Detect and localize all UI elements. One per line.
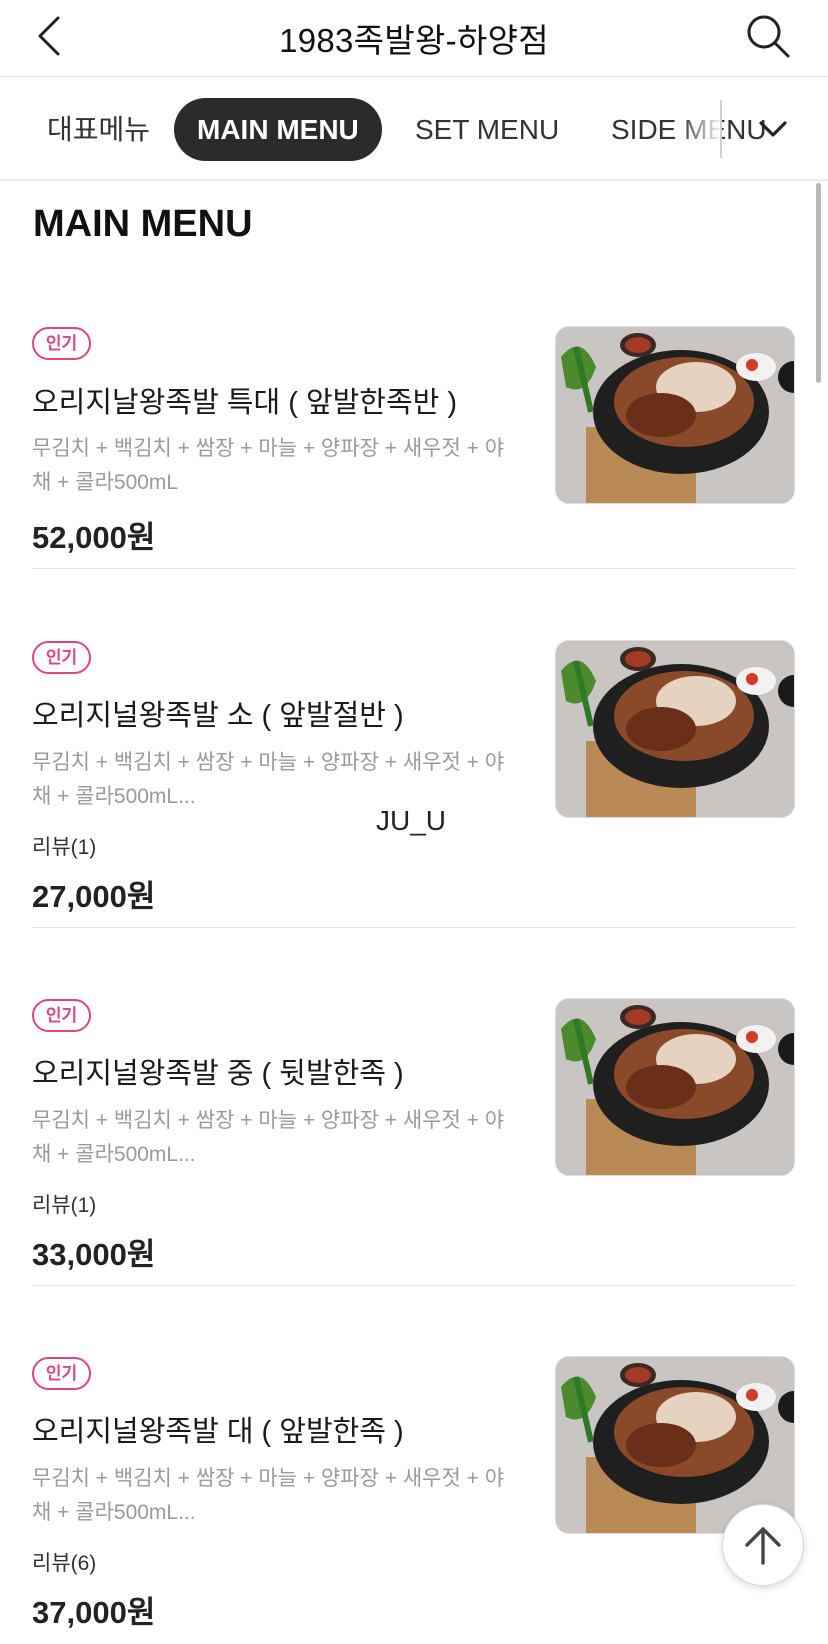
tab-fade xyxy=(680,88,722,171)
menu-page: 1983족발왕-하양점 대표메뉴 MAIN MENU SET MENU SIDE… xyxy=(0,0,828,1644)
tab-dropdown-button[interactable] xyxy=(748,104,798,154)
watermark: JU_U xyxy=(376,805,447,836)
chevron-down-icon xyxy=(759,121,787,137)
chevron-left-icon xyxy=(38,16,60,56)
menu-item-price: 37,000원 xyxy=(32,1595,156,1630)
back-button[interactable] xyxy=(30,14,74,58)
header: 1983족발왕-하양점 xyxy=(0,0,828,77)
page-title: 1983족발왕-하양점 xyxy=(279,22,549,59)
popular-badge: 인기 xyxy=(32,1357,91,1390)
menu-item[interactable]: 인기 오리지널왕족발 대 ( 앞발한족 ) 무김치 + 백김치 + 쌈장 + 마… xyxy=(0,183,828,1644)
scrollbar[interactable] xyxy=(816,183,821,383)
arrow-up-icon xyxy=(745,1527,781,1565)
tab-main-menu[interactable]: MAIN MENU xyxy=(174,98,382,161)
search-button[interactable] xyxy=(744,12,792,60)
tab-set-menu[interactable]: SET MENU xyxy=(415,98,559,161)
menu-list: MAIN MENU 인기 오리지날왕족발 특대 ( 앞발한족반 ) 무김치 + … xyxy=(0,183,828,1644)
category-tabs: 대표메뉴 MAIN MENU SET MENU SIDE MENU xyxy=(0,78,828,181)
menu-item-review-count: 리뷰(6) xyxy=(32,1552,97,1575)
menu-item-name: 오리지널왕족발 대 ( 앞발한족 ) xyxy=(32,1416,404,1448)
tab-divider xyxy=(720,100,722,158)
menu-item-description: 무김치 + 백김치 + 쌈장 + 마늘 + 양파장 + 새우젓 + 야채 + 콜… xyxy=(32,1467,505,1524)
scroll-to-top-button[interactable] xyxy=(722,1504,804,1586)
tab-representative[interactable]: 대표메뉴 xyxy=(47,98,150,161)
search-icon xyxy=(747,15,790,58)
